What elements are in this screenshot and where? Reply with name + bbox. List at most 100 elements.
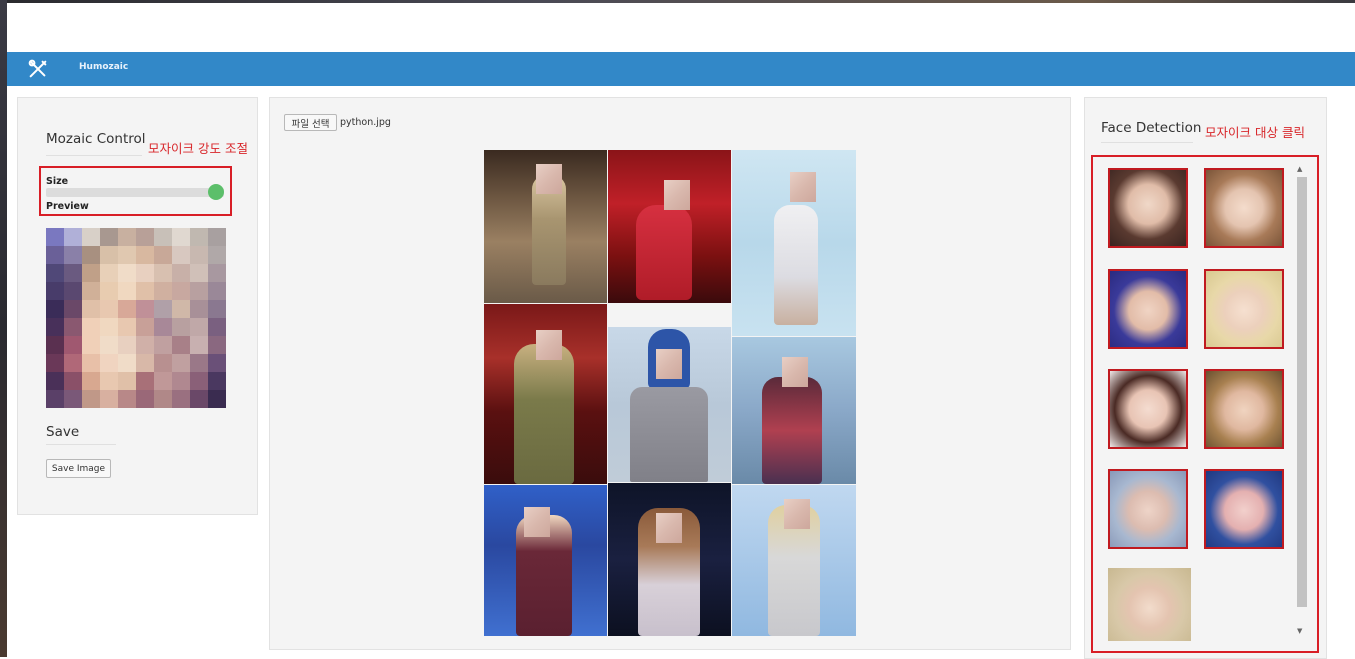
preview-tile [154,372,172,390]
face-thumbnail-5[interactable] [1108,369,1188,449]
save-divider [46,444,116,445]
preview-tile [118,336,136,354]
preview-tile [208,318,226,336]
preview-tile [118,264,136,282]
size-slider[interactable] [46,184,224,200]
preview-tile [100,372,118,390]
preview-tile [82,354,100,372]
tools-icon[interactable] [27,58,49,80]
photo-9 [732,485,856,636]
navbar: Humozaic [7,52,1355,86]
face-list-scrollbar-thumb[interactable] [1297,177,1307,607]
preview-tile [136,264,154,282]
preview-tile [154,390,172,408]
face-thumbnail-1[interactable] [1108,168,1188,248]
preview-tile [172,372,190,390]
mozaic-strength-annotation: 모자이크 강도 조절 [148,141,248,156]
face-thumbnail-3[interactable] [1108,269,1188,349]
face-thumbnail-9[interactable] [1108,568,1191,641]
preview-tile [82,300,100,318]
preview-tile [136,336,154,354]
preview-tile [118,318,136,336]
preview-tile [208,264,226,282]
preview-tile [118,282,136,300]
preview-tile [118,300,136,318]
photo-1 [484,150,607,303]
preview-tile [82,336,100,354]
face-detection-heading: Face Detection [1101,120,1202,136]
preview-tile [82,318,100,336]
preview-tile [208,246,226,264]
heading-divider [46,155,142,156]
photo-7 [484,485,607,636]
mosaic-target-annotation: 모자이크 대상 클릭 [1205,125,1305,140]
preview-tile [100,318,118,336]
preview-tile [46,372,64,390]
preview-tile [100,336,118,354]
preview-tile [154,228,172,246]
preview-tile [136,318,154,336]
preview-tile [136,390,154,408]
preview-tile [154,246,172,264]
preview-tile [64,318,82,336]
file-select-button[interactable]: 파일 선택 [284,114,337,131]
preview-tile [154,300,172,318]
preview-tile [172,318,190,336]
preview-tile [136,228,154,246]
photo-3 [732,150,856,336]
photo-8 [608,483,731,636]
mosaic-image[interactable] [484,150,856,636]
preview-tile [136,300,154,318]
preview-tile [82,282,100,300]
preview-tile [190,354,208,372]
preview-tile [118,390,136,408]
preview-tile [190,390,208,408]
preview-tile [46,390,64,408]
face-thumbnail-6[interactable] [1204,369,1284,449]
scroll-down-arrow-icon[interactable]: ▼ [1297,627,1302,635]
preview-tile [82,246,100,264]
preview-tile [172,336,190,354]
mozaic-control-heading: Mozaic Control [46,131,146,147]
preview-tile [190,336,208,354]
preview-tile [64,372,82,390]
photo-2 [608,150,731,303]
preview-tile [82,264,100,282]
photo-4 [484,304,607,484]
preview-tile [100,300,118,318]
preview-tile [118,354,136,372]
preview-tile [190,264,208,282]
preview-tile [172,354,190,372]
preview-tile [136,282,154,300]
save-image-button[interactable]: Save Image [46,459,111,478]
preview-tile [100,390,118,408]
preview-tile [190,300,208,318]
face-thumbnail-7[interactable] [1108,469,1188,549]
app-title[interactable]: Humozaic [79,62,128,72]
preview-tile [208,354,226,372]
preview-tile [190,228,208,246]
preview-tile [208,372,226,390]
preview-tile [82,372,100,390]
size-slider-thumb[interactable] [208,184,224,200]
preview-tile [136,246,154,264]
preview-tile [118,372,136,390]
preview-tile [46,354,64,372]
preview-tile [64,354,82,372]
preview-tile [136,372,154,390]
preview-tile [46,300,64,318]
preview-tile [190,282,208,300]
face-heading-divider [1101,142,1193,143]
preview-tile [154,336,172,354]
preview-tile [46,264,64,282]
preview-tile [136,354,154,372]
desktop-left-edge [0,0,7,657]
preview-tile [100,282,118,300]
face-thumbnail-4[interactable] [1204,269,1284,349]
scroll-up-arrow-icon[interactable]: ▲ [1297,165,1302,173]
preview-tile [154,318,172,336]
face-thumbnail-2[interactable] [1204,168,1284,248]
preview-tile [154,264,172,282]
preview-tile [100,228,118,246]
face-thumbnail-8[interactable] [1204,469,1284,549]
